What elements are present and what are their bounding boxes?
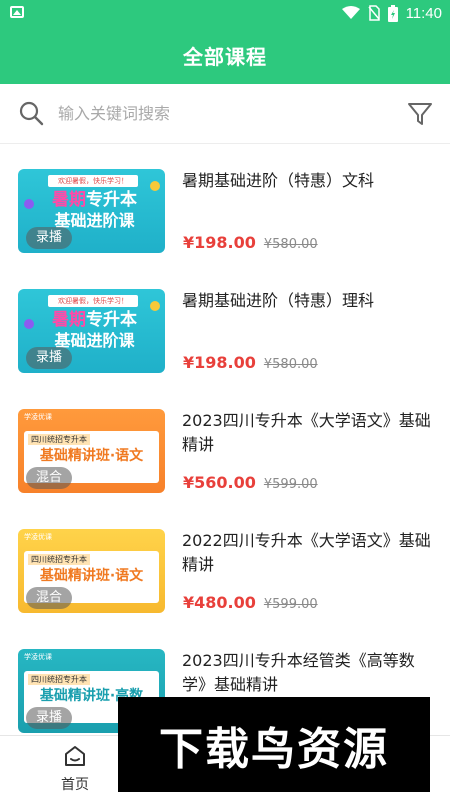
thumb-heading: 暑期专升本	[52, 190, 137, 210]
course-item[interactable]: 学凌优课 四川统招专升本 基础精讲班·语文 混合 2022四川专升本《大学语文》…	[0, 505, 450, 625]
thumb-subtitle: 四川统招专升本	[28, 674, 90, 685]
home-icon	[65, 746, 85, 766]
original-price: ¥580.00	[263, 357, 318, 372]
image-notification-icon	[10, 6, 24, 18]
page-header: 全部课程	[0, 26, 450, 84]
course-thumbnail[interactable]: 欢迎暑假，快乐学习！ 暑期专升本 基础进阶课 录播	[18, 169, 165, 253]
thumb-subtitle: 四川统招专升本	[28, 554, 90, 565]
course-item[interactable]: 欢迎暑假，快乐学习！ 暑期专升本 基础进阶课 录播 暑期基础进阶（特惠）理科 ¥…	[0, 265, 450, 385]
status-bar: 11:40	[0, 0, 450, 26]
course-thumbnail[interactable]: 欢迎暑假，快乐学习！ 暑期专升本 基础进阶课 录播	[18, 289, 165, 373]
course-title[interactable]: 2023四川专升本《大学语文》基础精讲	[182, 409, 438, 457]
thumb-heading: 基础精讲班·语文	[39, 448, 144, 464]
watermark-text: 下载鸟资源	[159, 723, 389, 775]
course-thumbnail[interactable]: 学凌优课 四川统招专升本 基础精讲班·语文 混合	[18, 409, 165, 493]
wifi-icon	[341, 6, 360, 19]
watermark-overlay: 下载鸟资源	[118, 697, 430, 792]
thumb-subtitle: 四川统招专升本	[28, 434, 90, 445]
course-thumbnail[interactable]: 学凌优课 四川统招专升本 基础精讲班·语文 混合	[18, 529, 165, 613]
status-icons: 11:40	[341, 3, 442, 23]
course-list: 欢迎暑假，快乐学习！ 暑期专升本 基础进阶课 录播 暑期基础进阶（特惠）文科 ¥…	[0, 145, 450, 735]
course-type-badge: 混合	[26, 587, 72, 609]
course-item[interactable]: 学凌优课 四川统招专升本 基础精讲班·语文 混合 2023四川专升本《大学语文》…	[0, 385, 450, 505]
thumb-heading: 暑期专升本	[52, 310, 137, 330]
current-price: ¥198.00	[183, 353, 256, 372]
search-icon[interactable]	[18, 100, 44, 126]
page-title: 全部课程	[183, 44, 267, 69]
thumb-brand: 学凌优课	[24, 413, 52, 421]
nav-label-home: 首页	[61, 777, 89, 793]
course-title[interactable]: 暑期基础进阶（特惠）理科	[182, 289, 438, 313]
thumb-heading: 基础精讲班·语文	[39, 568, 144, 584]
course-type-badge: 录播	[26, 227, 72, 249]
course-type-badge: 混合	[26, 467, 72, 489]
thumb-ribbon: 欢迎暑假，快乐学习！	[48, 175, 138, 187]
search-bar	[0, 84, 450, 144]
current-price: ¥480.00	[183, 593, 256, 612]
filter-icon[interactable]	[406, 100, 434, 128]
course-item[interactable]: 欢迎暑假，快乐学习！ 暑期专升本 基础进阶课 录播 暑期基础进阶（特惠）文科 ¥…	[0, 145, 450, 265]
course-title[interactable]: 2022四川专升本《大学语文》基础精讲	[182, 529, 438, 577]
battery-charging-icon	[387, 4, 398, 22]
course-title[interactable]: 2023四川专升本经管类《高等数学》基础精讲	[182, 649, 438, 697]
original-price: ¥599.00	[263, 597, 318, 612]
status-time: 11:40	[405, 4, 442, 22]
original-price: ¥599.00	[263, 477, 318, 492]
nav-item-home[interactable]: 首页	[45, 744, 105, 794]
search-input[interactable]	[58, 98, 378, 128]
course-title[interactable]: 暑期基础进阶（特惠）文科	[182, 169, 438, 193]
thumb-ribbon: 欢迎暑假，快乐学习！	[48, 295, 138, 307]
no-sim-icon	[367, 5, 380, 21]
price-row: ¥480.00 ¥599.00	[183, 593, 318, 612]
price-row: ¥560.00 ¥599.00	[183, 473, 318, 492]
current-price: ¥560.00	[183, 473, 256, 492]
thumb-brand: 学凌优课	[24, 653, 52, 661]
current-price: ¥198.00	[183, 233, 256, 252]
course-type-badge: 录播	[26, 347, 72, 369]
original-price: ¥580.00	[263, 237, 318, 252]
price-row: ¥198.00 ¥580.00	[183, 233, 318, 252]
course-type-badge: 录播	[26, 707, 72, 729]
thumb-brand: 学凌优课	[24, 533, 52, 541]
price-row: ¥198.00 ¥580.00	[183, 353, 318, 372]
